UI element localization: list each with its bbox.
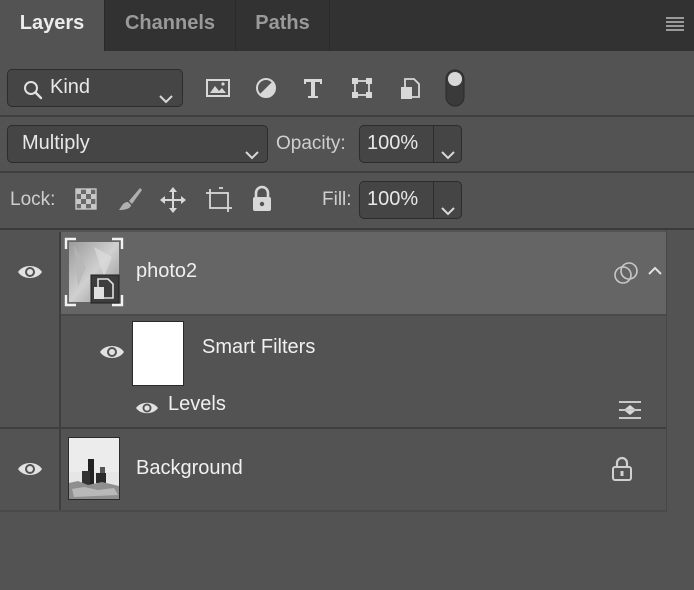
chevron-down-icon[interactable] [440, 138, 456, 160]
blend-mode-select[interactable]: Multiply [7, 125, 268, 163]
divider [0, 115, 694, 117]
filter-name-levels[interactable]: Levels [168, 393, 226, 416]
divider [433, 126, 434, 162]
fill-value[interactable]: 100% [367, 182, 418, 216]
lock-image-pixels-icon[interactable] [116, 185, 144, 213]
chevron-down-icon [244, 138, 260, 160]
fill-field[interactable]: 100% [359, 181, 462, 219]
filter-blending-options-icon[interactable] [617, 399, 643, 421]
divider [0, 171, 694, 173]
chevron-down-icon [158, 82, 174, 104]
scrollbar-track[interactable] [666, 230, 694, 512]
opacity-field[interactable]: 100% [359, 125, 462, 163]
panel-menu-icon[interactable] [664, 14, 686, 34]
chevron-up-icon[interactable] [646, 264, 664, 278]
panel-tab-bar: Layers Channels Paths [0, 0, 694, 51]
smart-filter-mask-thumbnail[interactable] [132, 321, 184, 386]
lock-label: Lock: [10, 189, 56, 210]
search-icon [22, 78, 44, 100]
layer-name-photo2[interactable]: photo2 [136, 260, 197, 283]
shape-filter-icon[interactable] [349, 75, 375, 101]
fill-label: Fill: [322, 189, 352, 210]
blend-mode-value: Multiply [22, 132, 90, 154]
smart-object-filter-icon[interactable] [398, 75, 424, 101]
type-filter-icon[interactable] [300, 75, 326, 101]
filter-kind-label: Kind [50, 76, 91, 98]
tab-channels[interactable]: Channels [105, 0, 236, 51]
layer-name-background[interactable]: Background [136, 457, 243, 480]
image-filter-icon[interactable] [204, 76, 232, 100]
adjustment-filter-icon[interactable] [253, 76, 279, 100]
opacity-value[interactable]: 100% [367, 126, 418, 160]
tab-paths[interactable]: Paths [236, 0, 330, 51]
smart-filters-label[interactable]: Smart Filters [202, 336, 315, 359]
opacity-label: Opacity: [276, 133, 346, 154]
divider [0, 510, 666, 512]
filter-kind-select[interactable]: Kind [7, 69, 183, 107]
visibility-eye-icon[interactable] [16, 459, 44, 479]
layer-lock-icon[interactable] [610, 456, 634, 482]
lock-position-icon[interactable] [159, 186, 187, 214]
chevron-down-icon[interactable] [440, 194, 456, 216]
tab-layers[interactable]: Layers [0, 0, 105, 51]
layer-thumbnail-photo2[interactable] [64, 237, 124, 307]
visibility-eye-icon[interactable] [16, 262, 44, 282]
lock-transparent-pixels-icon[interactable] [74, 187, 98, 211]
visibility-eye-icon[interactable] [98, 342, 126, 362]
lock-artboard-icon[interactable] [204, 186, 234, 214]
layer-thumbnail-background[interactable] [68, 437, 120, 500]
filter-toggle-icon[interactable] [444, 68, 466, 108]
divider [433, 182, 434, 218]
visibility-eye-icon[interactable] [134, 399, 160, 417]
lock-all-icon[interactable] [250, 185, 274, 213]
smart-filter-link-icon[interactable] [612, 261, 640, 285]
